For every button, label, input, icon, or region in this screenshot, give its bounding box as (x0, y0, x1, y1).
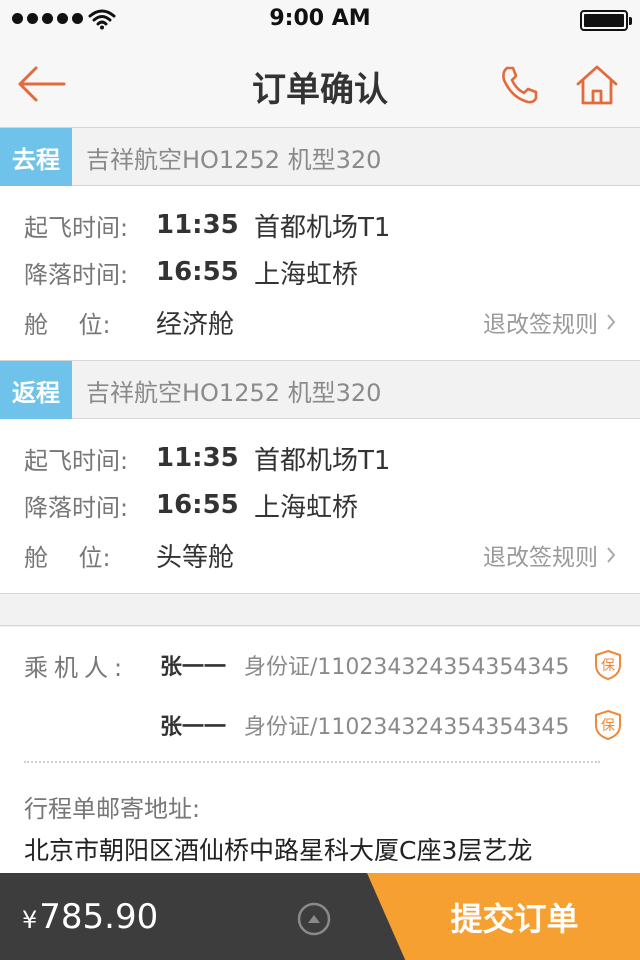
battery-icon (580, 10, 632, 31)
page-title: 订单确认 (252, 70, 388, 110)
depart-time: 11:35 (156, 443, 239, 473)
arrive-airport: 上海虹桥 (254, 259, 359, 290)
passenger-name: 张一一 (160, 715, 227, 740)
passenger-label: 乘机人: (24, 653, 129, 682)
return-rules-link[interactable]: 退改签规则 (483, 535, 616, 575)
expand-details-icon[interactable] (297, 902, 331, 936)
cabin-class: 头等舱 (156, 542, 235, 573)
depart-label: 起飞时间: (24, 446, 129, 475)
currency-symbol: ¥ (22, 906, 38, 934)
return-tag: 返程 (0, 361, 72, 419)
insurance-shield-icon[interactable]: 保 (594, 709, 622, 741)
arrive-time: 16:55 (156, 490, 239, 520)
passenger-id: 身份证/110234324354354345 (244, 655, 570, 680)
passenger-id: 身份证/110234324354354345 (244, 715, 570, 740)
address-label: 行程单邮寄地址: (24, 795, 201, 823)
nav-bar: 订单确认 (0, 40, 640, 128)
status-time: 9:00 AM (269, 6, 371, 31)
depart-airport: 首都机场T1 (254, 212, 391, 243)
outbound-rules-link[interactable]: 退改签规则 (483, 302, 616, 342)
submit-order-button[interactable]: 提交订单 (367, 873, 640, 960)
arrive-time: 16:55 (156, 257, 239, 287)
outbound-flight-card: 起飞时间: 11:35 首都机场T1 降落时间: 16:55 上海虹桥 舱 位:… (0, 186, 640, 361)
passenger-row[interactable]: 张一一 身份证/110234324354354345 (24, 705, 569, 745)
outbound-arrive-row: 降落时间: 16:55 上海虹桥 (24, 252, 358, 292)
chevron-right-icon (607, 547, 616, 563)
rules-label: 退改签规则 (483, 312, 598, 338)
passenger-card: 乘机人: 张一一 身份证/110234324354354345 保 张一一 身份… (0, 627, 640, 873)
arrive-airport: 上海虹桥 (254, 492, 359, 523)
section-spacer (0, 596, 640, 626)
rules-label: 退改签规则 (483, 545, 598, 571)
passenger-row[interactable]: 乘机人: 张一一 身份证/110234324354354345 (24, 645, 569, 685)
return-flight-card: 起飞时间: 11:35 首都机场T1 降落时间: 16:55 上海虹桥 舱 位:… (0, 419, 640, 594)
return-flight-info: 吉祥航空HO1252 机型320 (86, 379, 382, 407)
return-depart-row: 起飞时间: 11:35 首都机场T1 (24, 438, 390, 478)
outbound-cabin-row: 舱 位: 经济舱 (24, 302, 234, 342)
cabin-label: 舱 位: (24, 310, 111, 339)
outbound-header: 去程 吉祥航空HO1252 机型320 (0, 128, 640, 186)
divider (24, 761, 600, 763)
insurance-badge-text: 保 (601, 718, 615, 734)
cabin-label: 舱 位: (24, 543, 111, 572)
depart-airport: 首都机场T1 (254, 445, 391, 476)
mailing-address[interactable]: 北京市朝阳区酒仙桥中路星科大厦C座3层艺龙 (24, 831, 532, 867)
return-arrive-row: 降落时间: 16:55 上海虹桥 (24, 485, 358, 525)
outbound-depart-row: 起飞时间: 11:35 首都机场T1 (24, 205, 390, 245)
phone-icon[interactable] (498, 64, 540, 106)
price-value: 785.90 (39, 897, 159, 937)
home-icon[interactable] (574, 62, 620, 108)
chevron-right-icon (607, 314, 616, 330)
status-bar: 9:00 AM (0, 0, 640, 40)
return-header: 返程 吉祥航空HO1252 机型320 (0, 361, 640, 419)
insurance-shield-icon[interactable]: 保 (594, 649, 622, 681)
arrive-label: 降落时间: (24, 493, 129, 522)
insurance-badge-text: 保 (601, 658, 615, 674)
cabin-class: 经济舱 (156, 309, 235, 340)
outbound-tag: 去程 (0, 128, 72, 186)
depart-label: 起飞时间: (24, 213, 129, 242)
return-cabin-row: 舱 位: 头等舱 (24, 535, 234, 575)
depart-time: 11:35 (156, 210, 239, 240)
total-price: ¥785.90 (22, 897, 158, 937)
arrive-label: 降落时间: (24, 260, 129, 289)
outbound-flight-info: 吉祥航空HO1252 机型320 (86, 146, 382, 174)
passenger-name: 张一一 (160, 655, 227, 680)
